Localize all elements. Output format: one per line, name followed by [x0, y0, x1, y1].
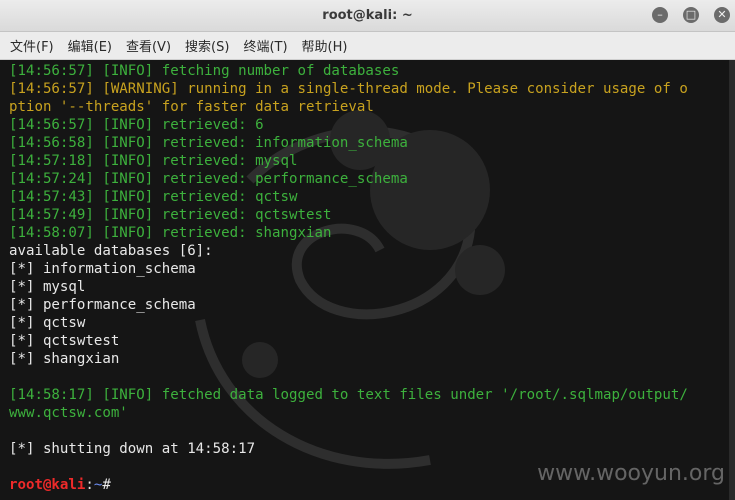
terminal-text-segment: [*] qctsw — [9, 315, 86, 331]
menu-edit[interactable]: 编辑(E) — [68, 36, 112, 55]
terminal-text-segment: [14:57:49] [INFO] retrieved: qctswtest — [9, 207, 332, 223]
terminal-line: [14:56:57] [WARNING] running in a single… — [9, 80, 735, 98]
window-titlebar: root@kali: ~ – □ ✕ — [0, 0, 735, 32]
terminal-text-segment: [*] shutting down at 14:58:17 — [9, 441, 256, 457]
terminal-text-segment: root@kali — [9, 477, 86, 493]
terminal-text-segment: [*] qctswtest — [9, 333, 120, 349]
terminal-text-segment: [14:57:18] [INFO] retrieved: mysql — [9, 153, 298, 169]
terminal-line: [14:56:57] [INFO] retrieved: 6 — [9, 116, 735, 134]
terminal-text-segment: [*] shangxian — [9, 351, 120, 367]
terminal-line: [*] qctsw — [9, 314, 735, 332]
menu-terminal[interactable]: 终端(T) — [243, 36, 287, 55]
terminal-line: ption '--threads' for faster data retrie… — [9, 98, 735, 116]
terminal-line: www.qctsw.com' — [9, 404, 735, 422]
terminal-text-segment: www.qctsw.com' — [9, 405, 128, 421]
terminal-line: [14:57:43] [INFO] retrieved: qctsw — [9, 188, 735, 206]
terminal-line: [*] information_schema — [9, 260, 735, 278]
terminal-line: [14:58:17] [INFO] fetched data logged to… — [9, 386, 735, 404]
terminal-text-segment: [14:56:58] [INFO] retrieved: information… — [9, 135, 408, 151]
maximize-icon[interactable]: □ — [683, 7, 699, 23]
terminal-line: [*] qctswtest — [9, 332, 735, 350]
terminal-text-segment: [14:56:57] [WARNING] running in a single… — [9, 81, 688, 97]
terminal-text-segment: [*] mysql — [9, 279, 86, 295]
terminal-text-segment: ption '--threads' for faster data retrie… — [9, 99, 374, 115]
terminal-line: [14:58:07] [INFO] retrieved: shangxian — [9, 224, 735, 242]
close-icon[interactable]: ✕ — [714, 7, 730, 23]
terminal-text-segment: [14:58:17] [INFO] fetched data logged to… — [9, 387, 688, 403]
menu-view[interactable]: 查看(V) — [126, 36, 171, 55]
terminal-output[interactable]: [14:56:57] [INFO] fetching number of dat… — [0, 60, 735, 500]
terminal-lines: [14:56:57] [INFO] fetching number of dat… — [9, 62, 735, 494]
terminal-text-segment: available databases [6]: — [9, 243, 213, 259]
menu-bar: 文件(F) 编辑(E) 查看(V) 搜索(S) 终端(T) 帮助(H) — [0, 32, 735, 60]
terminal-line: [14:57:24] [INFO] retrieved: performance… — [9, 170, 735, 188]
terminal-text-segment: [14:57:24] [INFO] retrieved: performance… — [9, 171, 408, 187]
watermark: www.wooyun.org — [537, 461, 725, 486]
terminal-text-segment: : — [85, 477, 94, 493]
terminal-text-segment: [14:57:43] [INFO] retrieved: qctsw — [9, 189, 298, 205]
terminal-line: [14:56:58] [INFO] retrieved: information… — [9, 134, 735, 152]
terminal-line: [*] shangxian — [9, 350, 735, 368]
menu-help[interactable]: 帮助(H) — [302, 36, 348, 55]
terminal-line: available databases [6]: — [9, 242, 735, 260]
terminal-text-segment: [*] information_schema — [9, 261, 196, 277]
terminal-line: [*] mysql — [9, 278, 735, 296]
menu-search[interactable]: 搜索(S) — [185, 36, 229, 55]
terminal-line: [14:57:18] [INFO] retrieved: mysql — [9, 152, 735, 170]
terminal-line: [14:56:57] [INFO] fetching number of dat… — [9, 62, 735, 80]
menu-file[interactable]: 文件(F) — [10, 36, 54, 55]
terminal-text-segment: [*] performance_schema — [9, 297, 196, 313]
terminal-line: [14:57:49] [INFO] retrieved: qctswtest — [9, 206, 735, 224]
window-title: root@kali: ~ — [322, 8, 413, 23]
terminal-text-segment: [14:56:57] [INFO] fetching number of dat… — [9, 63, 400, 79]
terminal-line: [*] performance_schema — [9, 296, 735, 314]
terminal-line: [*] shutting down at 14:58:17 — [9, 440, 735, 458]
minimize-icon[interactable]: – — [652, 7, 668, 23]
terminal-scrollbar[interactable] — [729, 60, 735, 500]
terminal-text-segment: # — [102, 477, 111, 493]
terminal-text-segment: [14:58:07] [INFO] retrieved: shangxian — [9, 225, 332, 241]
terminal-text-segment: [14:56:57] [INFO] retrieved: 6 — [9, 117, 264, 133]
